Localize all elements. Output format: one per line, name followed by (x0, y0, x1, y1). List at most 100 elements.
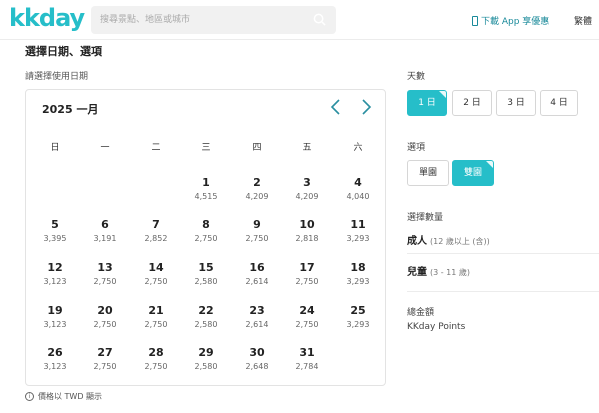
calendar-day[interactable]: 2 4,209 (232, 176, 282, 212)
calendar-day[interactable]: 16 2,614 (232, 261, 282, 297)
calendar-day[interactable]: 25 3,293 (333, 304, 383, 340)
calendar-day[interactable]: 23 2,614 (232, 304, 282, 340)
calendar-day[interactable]: 13 2,750 (80, 261, 130, 297)
days-label: 天數 (407, 72, 426, 82)
day-price: 2,750 (144, 277, 168, 286)
days-option-3[interactable]: 3 日 (496, 90, 536, 116)
calendar-day[interactable]: 28 2,750 (131, 346, 181, 382)
calendar: 2025 一月 日 一 二 三 四 五 六 1 4,515 2 4,209 3 4,209 4 4,040… (25, 89, 386, 386)
day-price: 4,515 (194, 192, 218, 201)
day-price: 2,750 (144, 362, 168, 371)
calendar-day[interactable]: 20 2,750 (80, 304, 130, 340)
day-price: 4,040 (346, 192, 370, 201)
kkday-points-label: KKday Points (407, 322, 466, 332)
adult-note: (12 歲以上 (含)) (430, 237, 490, 246)
day-number: 14 (148, 261, 164, 274)
package-option-2[interactable]: 雙園 (452, 160, 494, 186)
day-price: 3,293 (346, 277, 370, 286)
child-label: 兒童 (407, 267, 427, 278)
day-number: 22 (198, 304, 214, 317)
day-price: 2,648 (245, 362, 269, 371)
day-price: 2,614 (245, 277, 269, 286)
child-row: 兒童 (3 - 11 歲) (407, 263, 470, 278)
day-price: 2,580 (194, 362, 218, 371)
calendar-day[interactable]: 5 3,395 (30, 218, 80, 254)
calendar-day[interactable]: 31 2,784 (282, 346, 332, 382)
calendar-day[interactable]: 6 3,191 (80, 218, 130, 254)
calendar-day[interactable]: 3 4,209 (282, 176, 332, 212)
calendar-day[interactable]: 7 2,852 (131, 218, 181, 254)
calendar-day[interactable]: 29 2,580 (181, 346, 231, 382)
days-option-4[interactable]: 4 日 (540, 90, 578, 116)
section-title: 選擇日期、選項 (25, 45, 102, 58)
calendar-day[interactable]: 1 4,515 (181, 176, 231, 212)
day-number: 30 (249, 346, 265, 359)
calendar-day[interactable]: 9 2,750 (232, 218, 282, 254)
weekday-label: 日 (50, 143, 60, 153)
day-price: 3,395 (43, 234, 67, 243)
calendar-day[interactable]: 27 2,750 (80, 346, 130, 382)
language-selector[interactable]: 繁體 (574, 14, 592, 27)
search-icon[interactable] (313, 13, 326, 26)
day-number: 13 (97, 261, 113, 274)
kkday-logo[interactable]: kkday (9, 4, 85, 32)
calendar-day[interactable]: 24 2,750 (282, 304, 332, 340)
calendar-day[interactable]: 21 2,750 (131, 304, 181, 340)
day-number: 21 (148, 304, 164, 317)
day-price: 2,750 (194, 234, 218, 243)
days-option-2[interactable]: 2 日 (452, 90, 492, 116)
month-title: 2025 一月 (42, 103, 99, 116)
calendar-day[interactable]: 4 4,040 (333, 176, 383, 212)
day-number: 26 (47, 346, 63, 359)
calendar-day[interactable]: 14 2,750 (131, 261, 181, 297)
day-number: 6 (101, 218, 109, 231)
weekday-label: 五 (302, 143, 312, 153)
day-number: 28 (148, 346, 164, 359)
download-app-link[interactable]: 下載 App 享優惠 (472, 14, 549, 27)
calendar-day[interactable]: 15 2,580 (181, 261, 231, 297)
day-price: 2,750 (93, 277, 117, 286)
search-box[interactable] (91, 6, 336, 34)
day-number: 3 (303, 176, 311, 189)
day-price: 2,580 (194, 277, 218, 286)
day-price: 4,209 (295, 192, 319, 201)
day-price: 2,784 (295, 362, 319, 371)
chevron-right-icon[interactable] (356, 97, 376, 117)
day-number: 8 (202, 218, 210, 231)
calendar-day[interactable]: 10 2,818 (282, 218, 332, 254)
chevron-left-icon[interactable] (326, 97, 346, 117)
day-price: 2,818 (295, 234, 319, 243)
calendar-day[interactable]: 19 3,123 (30, 304, 80, 340)
weekday-label: 四 (252, 143, 262, 153)
calendar-day[interactable]: 17 2,750 (282, 261, 332, 297)
calendar-day[interactable]: 18 3,293 (333, 261, 383, 297)
price-note: i 價格以 TWD 顯示 (25, 391, 102, 402)
calendar-day[interactable]: 30 2,648 (232, 346, 282, 382)
calendar-day[interactable]: 26 3,123 (30, 346, 80, 382)
day-number: 24 (299, 304, 315, 317)
divider (407, 291, 599, 292)
day-number: 17 (299, 261, 315, 274)
day-price: 3,191 (93, 234, 117, 243)
calendar-day[interactable]: 12 3,123 (30, 261, 80, 297)
day-number: 2 (253, 176, 261, 189)
day-price: 4,209 (245, 192, 269, 201)
date-prompt: 請選擇使用日期 (25, 72, 89, 82)
info-icon: i (25, 392, 34, 401)
day-price: 2,750 (93, 320, 117, 329)
options-label: 選項 (407, 143, 426, 153)
package-option-1[interactable]: 單園 (407, 160, 449, 186)
weekday-label: 三 (201, 143, 211, 153)
day-number: 9 (253, 218, 261, 231)
calendar-day[interactable]: 22 2,580 (181, 304, 231, 340)
calendar-day[interactable]: 11 3,293 (333, 218, 383, 254)
day-price: 2,750 (295, 320, 319, 329)
total-label: 總金額 (407, 308, 435, 318)
search-input[interactable] (91, 6, 306, 34)
days-option-1[interactable]: 1 日 (407, 90, 447, 116)
calendar-day[interactable]: 8 2,750 (181, 218, 231, 254)
weekday-label: 一 (100, 143, 110, 153)
day-number: 12 (47, 261, 63, 274)
day-price: 3,293 (346, 234, 370, 243)
day-number: 4 (354, 176, 362, 189)
